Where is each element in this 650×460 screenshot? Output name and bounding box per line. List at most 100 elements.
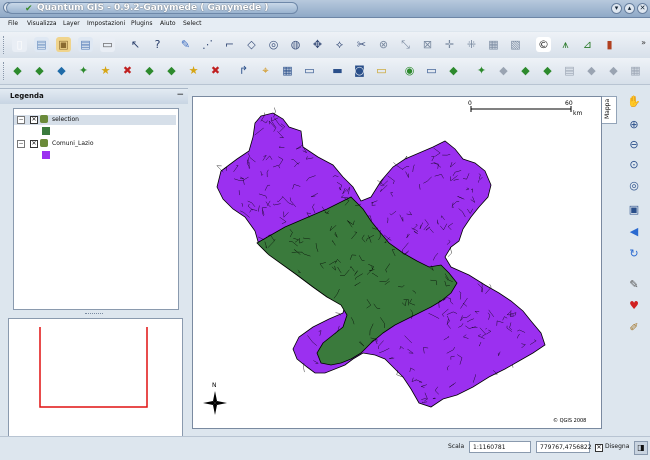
zoom-layer-icon[interactable]: ▣ <box>626 202 642 218</box>
edit-pencil-icon[interactable]: ✐ <box>626 320 642 336</box>
menu-plugins[interactable]: Plugins <box>131 20 153 27</box>
legend-dock-header: Legenda − <box>0 88 188 104</box>
panel-splitter[interactable] <box>85 313 103 316</box>
new-bookmark-icon[interactable]: ▭ <box>424 63 439 78</box>
add-vector-layer-icon[interactable]: ◆ <box>10 63 25 78</box>
whats-this-icon[interactable]: ? <box>150 37 165 52</box>
refresh-icon[interactable]: ↻ <box>626 246 642 262</box>
grass-icon[interactable]: ◆ <box>606 63 621 78</box>
menu-visualizza[interactable]: Visualizza <box>27 20 57 27</box>
layer-visibility-checkbox[interactable]: ✕ <box>30 116 38 124</box>
move-vertex-icon[interactable]: ✥ <box>310 37 325 52</box>
paste-feature-icon[interactable]: ▦ <box>486 37 501 52</box>
menu-file[interactable]: File <box>8 20 18 27</box>
window-titlebar: ▾ ✔ Quantum GIS - 0.9.2-Ganymede ( Ganym… <box>0 0 650 18</box>
tab-mappa[interactable]: Mappa <box>602 96 617 124</box>
remove-from-overview-icon[interactable]: ✖ <box>208 63 223 78</box>
copy-feature-icon[interactable]: ⁜ <box>464 37 479 52</box>
map-tips-icon[interactable]: ▭ <box>374 63 389 78</box>
close-button[interactable]: ✕ <box>637 3 648 14</box>
gps-icon[interactable]: ◆ <box>496 63 511 78</box>
legend-layer-comuni[interactable]: − ✕ Comuni_Lazio <box>14 139 176 149</box>
capture-point-icon[interactable]: ✎ <box>178 37 193 52</box>
add-vertex-icon[interactable]: ⤡ <box>398 37 413 52</box>
pan-hand-icon[interactable]: ✋ <box>626 94 642 110</box>
pan-arrows-icon[interactable]: ✛ <box>442 37 457 52</box>
show-all-layers-icon[interactable]: ◆ <box>142 63 157 78</box>
select-features-icon[interactable]: ⌖ <box>258 63 273 78</box>
spit-icon[interactable]: ◆ <box>540 63 555 78</box>
toolbar-overflow-button[interactable]: » <box>641 38 646 47</box>
window-title-pill[interactable]: ✔ Quantum GIS - 0.9.2-Ganymede ( Ganymed… <box>6 2 298 14</box>
graticule-icon[interactable]: ▤ <box>562 63 577 78</box>
add-postgis-layer-icon[interactable]: ◆ <box>54 63 69 78</box>
save-project-icon[interactable]: ▣ <box>56 37 71 52</box>
menu-impostazioni[interactable]: Impostazioni <box>87 20 125 27</box>
add-raster-layer-icon[interactable]: ◆ <box>32 63 47 78</box>
overview-panel[interactable] <box>8 318 183 446</box>
north-arrow-tool-icon[interactable]: ⩚ <box>558 37 573 52</box>
bookmark-icon[interactable]: ◉ <box>402 63 417 78</box>
legend-collapse-button[interactable]: − <box>176 90 184 100</box>
capture-polygon-icon[interactable]: ⌐ <box>222 37 237 52</box>
move-feature-icon[interactable]: ◇ <box>244 37 259 52</box>
add-wms-layer-icon[interactable]: ✦ <box>76 63 91 78</box>
wfs-icon[interactable]: ◆ <box>584 63 599 78</box>
new-vector-layer-icon[interactable]: ★ <box>98 63 113 78</box>
window-title: Quantum GIS - 0.9.2-Ganymede ( Ganymede … <box>37 3 269 14</box>
zoom-in-box-icon[interactable]: ◙ <box>352 63 367 78</box>
zoom-in-icon[interactable]: ⊕ <box>626 117 642 133</box>
add-ring-icon[interactable]: ◎ <box>266 37 281 52</box>
open-table-icon[interactable]: ▦ <box>280 63 295 78</box>
delimited-text-icon[interactable]: ◆ <box>518 63 533 78</box>
toolbar-handle[interactable] <box>3 62 7 80</box>
vector-layer-icon <box>40 115 48 123</box>
zoom-last-icon[interactable]: ◀ <box>626 224 642 240</box>
layer-visibility-checkbox[interactable]: ✕ <box>30 140 38 148</box>
project-properties-icon[interactable]: ◨ <box>634 441 648 455</box>
copyright-icon[interactable]: © <box>536 37 551 52</box>
pointer-icon[interactable]: ↖ <box>128 37 143 52</box>
zoom-full-icon[interactable]: ⊙ <box>626 157 642 173</box>
legend-layer-selection[interactable]: − ✕ selection <box>14 115 176 125</box>
hide-all-layers-icon[interactable]: ◆ <box>164 63 179 78</box>
toolbar-handle[interactable] <box>3 36 7 54</box>
measure-line-icon[interactable]: ▭ <box>302 63 317 78</box>
menu-aiuto[interactable]: Aiuto <box>160 20 176 27</box>
print-icon[interactable]: ▭ <box>100 37 115 52</box>
capture-line-icon[interactable]: ⋰ <box>200 37 215 52</box>
tree-collapse-icon[interactable]: − <box>17 116 25 124</box>
minimize-button[interactable]: ▾ <box>611 3 622 14</box>
maximize-button[interactable]: ▴ <box>624 3 635 14</box>
delete-vertex-icon[interactable]: ⊗ <box>376 37 391 52</box>
delete-feature-icon[interactable]: ⊠ <box>420 37 435 52</box>
measure-area-icon[interactable]: ▬ <box>330 63 345 78</box>
georef-icon[interactable]: ◆ <box>446 63 461 78</box>
add-island-icon[interactable]: ◍ <box>288 37 303 52</box>
zoom-out-icon[interactable]: ⊖ <box>626 137 642 153</box>
settings-wrench-icon[interactable]: ✎ <box>626 277 642 293</box>
plugin-tool-icon[interactable]: ▮ <box>602 37 617 52</box>
grid-maker-icon[interactable]: ✦ <box>474 63 489 78</box>
scale-input[interactable]: 1:1160781 <box>469 441 531 453</box>
render-checkbox[interactable]: ✕ <box>595 444 603 452</box>
tab-mappa-label: Mappa <box>604 99 611 119</box>
scissors-icon[interactable]: ▧ <box>508 37 523 52</box>
tree-collapse-icon[interactable]: − <box>17 140 25 148</box>
cut-feature-icon[interactable]: ✂ <box>354 37 369 52</box>
new-project-icon[interactable]: ▯ <box>12 37 27 52</box>
scale-bar-tool-icon[interactable]: ⊿ <box>580 37 595 52</box>
menu-select[interactable]: Select <box>183 20 202 27</box>
remove-layer-icon[interactable]: ✖ <box>120 63 135 78</box>
add-to-overview-icon[interactable]: ★ <box>186 63 201 78</box>
split-feature-icon[interactable]: ⟡ <box>332 37 347 52</box>
identify-icon[interactable]: ↱ <box>236 63 251 78</box>
map-canvas[interactable]: 0 60 km N © QGIS 2008 <box>192 96 602 429</box>
favourite-heart-icon[interactable]: ♥ <box>626 298 642 314</box>
menu-layer[interactable]: Layer <box>63 20 80 27</box>
grass-tools-icon[interactable]: ▦ <box>628 63 643 78</box>
zoom-selection-icon[interactable]: ◎ <box>626 178 642 194</box>
open-project-icon[interactable]: ▤ <box>34 37 49 52</box>
save-as-icon[interactable]: ▤ <box>78 37 93 52</box>
layer-name-selection: selection <box>52 116 79 123</box>
